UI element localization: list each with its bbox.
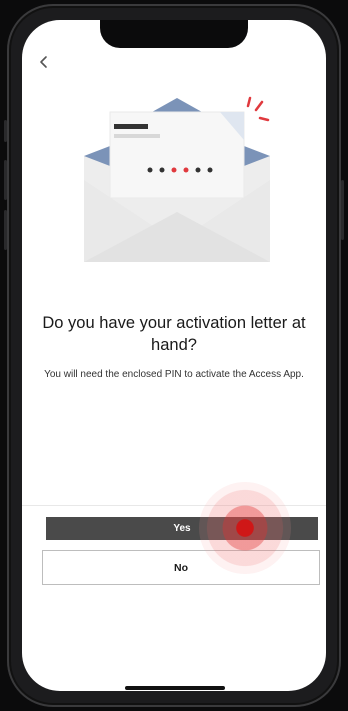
no-button-label: No [174, 561, 188, 574]
divider [22, 505, 326, 506]
yes-button-label: Yes [173, 523, 191, 534]
notch [100, 20, 248, 48]
chevron-left-icon [40, 56, 47, 68]
envelope-letter-icon [84, 96, 270, 262]
silent-switch [4, 120, 7, 142]
home-indicator [125, 686, 225, 690]
power-button [341, 180, 344, 240]
page-title: Do you have your activation letter at ha… [42, 314, 306, 354]
yes-button[interactable]: Yes [46, 517, 318, 540]
volume-up-button [4, 160, 7, 200]
app-screen: Do you have your activation letter at ha… [22, 20, 326, 691]
no-button[interactable]: No [42, 550, 320, 585]
volume-down-button [4, 210, 7, 250]
phone-device: Do you have your activation letter at ha… [0, 0, 348, 711]
back-button[interactable] [32, 50, 56, 74]
page-subtitle: You will need the enclosed PIN to activa… [44, 369, 304, 380]
